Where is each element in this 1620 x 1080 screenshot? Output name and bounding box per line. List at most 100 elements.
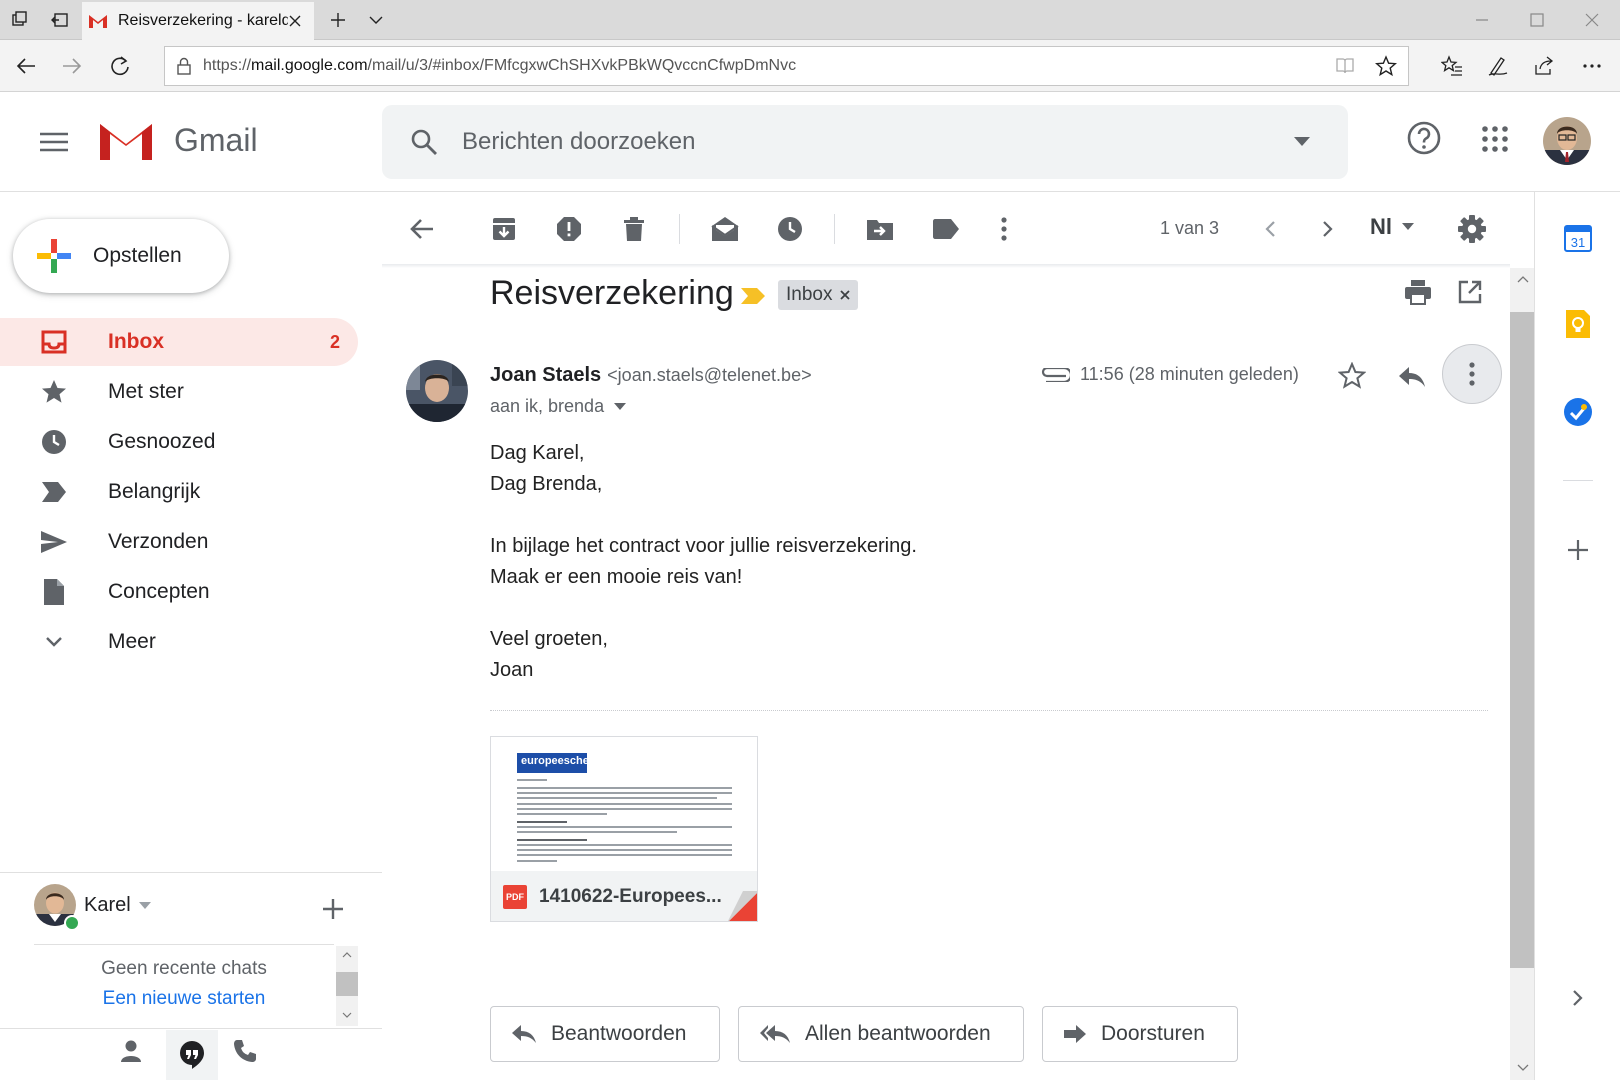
star-message-icon[interactable] xyxy=(1338,362,1366,390)
compose-plus-icon xyxy=(37,239,71,273)
message-more-options-button[interactable] xyxy=(1442,344,1502,404)
chat-user-avatar[interactable] xyxy=(34,884,80,930)
report-spam-icon[interactable] xyxy=(545,205,593,253)
tab-set-aside-icon[interactable] xyxy=(0,0,40,40)
chat-scrollbar-thumb[interactable] xyxy=(336,972,358,996)
more-dots-icon[interactable] xyxy=(1572,46,1612,86)
help-icon[interactable] xyxy=(1406,120,1442,156)
search-options-caret-icon[interactable] xyxy=(1294,137,1310,147)
window-close-icon[interactable] xyxy=(1572,0,1612,40)
get-addons-plus-icon[interactable] xyxy=(1558,530,1598,570)
open-new-window-icon[interactable] xyxy=(1458,280,1482,304)
chat-scrollbar[interactable] xyxy=(336,946,358,1026)
start-new-chat-link[interactable]: Een nieuwe starten xyxy=(34,988,334,1010)
search-icon[interactable] xyxy=(410,128,438,156)
scroll-down-chevron-icon[interactable] xyxy=(1517,1064,1529,1071)
chat-user-menu[interactable]: Karel xyxy=(84,894,151,917)
sidebar-item-label: Met ster xyxy=(108,380,184,403)
main-menu-icon[interactable] xyxy=(30,118,78,166)
url-path: /mail/u/3/#inbox/FMfcgxwChSHXvkPBkWQvccn… xyxy=(367,57,797,74)
compose-button[interactable]: Opstellen xyxy=(13,219,229,293)
more-options-icon[interactable] xyxy=(980,205,1028,253)
gmail-wordmark: Gmail xyxy=(174,122,258,158)
sidebar-item-more[interactable]: Meer xyxy=(0,618,358,666)
attachment-paperclip-icon xyxy=(1041,367,1070,382)
sidebar-item-starred[interactable]: Met ster xyxy=(0,368,358,416)
forward-arrow-icon[interactable] xyxy=(52,46,92,86)
sidebar-item-inbox[interactable]: Inbox 2 xyxy=(0,318,358,366)
important-marker-icon[interactable] xyxy=(740,287,766,305)
new-tab-icon[interactable] xyxy=(318,0,358,40)
apps-grid-icon[interactable] xyxy=(1482,126,1508,152)
favorite-star-icon[interactable] xyxy=(1375,55,1397,77)
hangouts-tab[interactable] xyxy=(166,1030,218,1080)
sender-email: <joan.staels@telenet.be> xyxy=(607,365,812,385)
inbox-label-chip[interactable]: Inbox xyxy=(778,280,859,310)
tab-list-chevron-icon[interactable] xyxy=(356,0,396,40)
calendar-app-icon[interactable]: 31 xyxy=(1558,218,1598,258)
contacts-person-icon[interactable] xyxy=(118,1038,144,1064)
settings-gear-icon[interactable] xyxy=(1448,205,1496,253)
main-scrollbar-thumb[interactable] xyxy=(1510,312,1534,968)
scroll-up-chevron-icon[interactable] xyxy=(342,952,352,958)
inbox-label-text: Inbox xyxy=(786,284,833,305)
sender-name[interactable]: Joan Staels xyxy=(490,364,601,387)
browser-tab-bar: Reisverzekering - kareld xyxy=(0,0,1620,40)
reply-button[interactable]: Beantwoorden xyxy=(490,1006,720,1062)
right-rail-divider xyxy=(1563,480,1593,481)
move-to-icon[interactable] xyxy=(856,205,904,253)
label-tag-icon[interactable] xyxy=(922,205,970,253)
draft-file-icon xyxy=(44,579,64,605)
account-avatar[interactable] xyxy=(1542,116,1592,166)
sidebar-item-sent[interactable]: Verzonden xyxy=(0,518,358,566)
sidebar-item-important[interactable]: Belangrijk xyxy=(0,468,358,516)
recipients-toggle[interactable]: aan ik, brenda xyxy=(490,396,627,417)
tab-close-icon[interactable] xyxy=(288,14,302,28)
sidebar-item-label: Verzonden xyxy=(108,530,209,553)
delete-trash-icon[interactable] xyxy=(610,205,658,253)
recipient-details-caret-icon xyxy=(614,402,627,410)
message-subject: Reisverzekering xyxy=(490,274,734,312)
refresh-icon[interactable] xyxy=(100,46,140,86)
favorites-list-icon[interactable] xyxy=(1432,46,1472,86)
url-field[interactable]: https://mail.google.com/mail/u/3/#inbox/… xyxy=(164,46,1409,86)
expand-side-panel-chevron-icon[interactable] xyxy=(1558,978,1598,1018)
scroll-up-chevron-icon[interactable] xyxy=(1517,276,1529,283)
remove-label-icon[interactable] xyxy=(840,290,851,300)
snooze-clock-icon[interactable] xyxy=(766,205,814,253)
mark-unread-icon[interactable] xyxy=(701,205,749,253)
archive-icon[interactable] xyxy=(480,205,528,253)
keep-app-icon[interactable] xyxy=(1558,304,1598,344)
sidebar-item-snoozed[interactable]: Gesnoozed xyxy=(0,418,358,466)
back-arrow-icon[interactable] xyxy=(6,46,46,86)
search-input[interactable]: Berichten doorzoeken xyxy=(382,105,1348,179)
url-host: mail.google.com xyxy=(251,57,368,74)
new-chat-plus-icon[interactable] xyxy=(320,896,346,922)
share-icon[interactable] xyxy=(1524,46,1564,86)
message-time: 11:56 (28 minuten geleden) xyxy=(1040,364,1299,385)
window-maximize-icon[interactable] xyxy=(1517,0,1557,40)
sender-avatar[interactable] xyxy=(406,360,468,422)
window-minimize-icon[interactable] xyxy=(1462,0,1502,40)
newer-chevron-left-icon[interactable] xyxy=(1246,205,1294,253)
reply-all-button[interactable]: Allen beantwoorden xyxy=(738,1006,1024,1062)
phone-call-icon[interactable] xyxy=(232,1038,258,1064)
reading-view-icon[interactable] xyxy=(1335,57,1355,75)
tab-restore-icon[interactable] xyxy=(40,0,80,40)
input-language-selector[interactable]: Nl xyxy=(1370,214,1414,240)
older-chevron-right-icon[interactable] xyxy=(1304,205,1352,253)
forward-label: Doorsturen xyxy=(1101,1022,1205,1045)
gmail-logo[interactable] xyxy=(98,118,154,162)
browser-tab[interactable]: Reisverzekering - kareld xyxy=(82,2,314,40)
main-scrollbar[interactable] xyxy=(1510,268,1534,1080)
tasks-app-icon[interactable] xyxy=(1558,392,1598,432)
attachment-card[interactable]: europeesche PDF 1410622-Europees... xyxy=(490,736,758,922)
scroll-down-chevron-icon[interactable] xyxy=(342,1012,352,1018)
pen-note-icon[interactable] xyxy=(1478,46,1518,86)
body-line: Joan xyxy=(490,659,534,681)
sidebar-item-drafts[interactable]: Concepten xyxy=(0,568,358,616)
reply-arrow-icon[interactable] xyxy=(1398,366,1426,388)
print-all-icon[interactable] xyxy=(1404,278,1432,306)
forward-button[interactable]: Doorsturen xyxy=(1042,1006,1238,1062)
back-to-inbox-icon[interactable] xyxy=(398,205,446,253)
